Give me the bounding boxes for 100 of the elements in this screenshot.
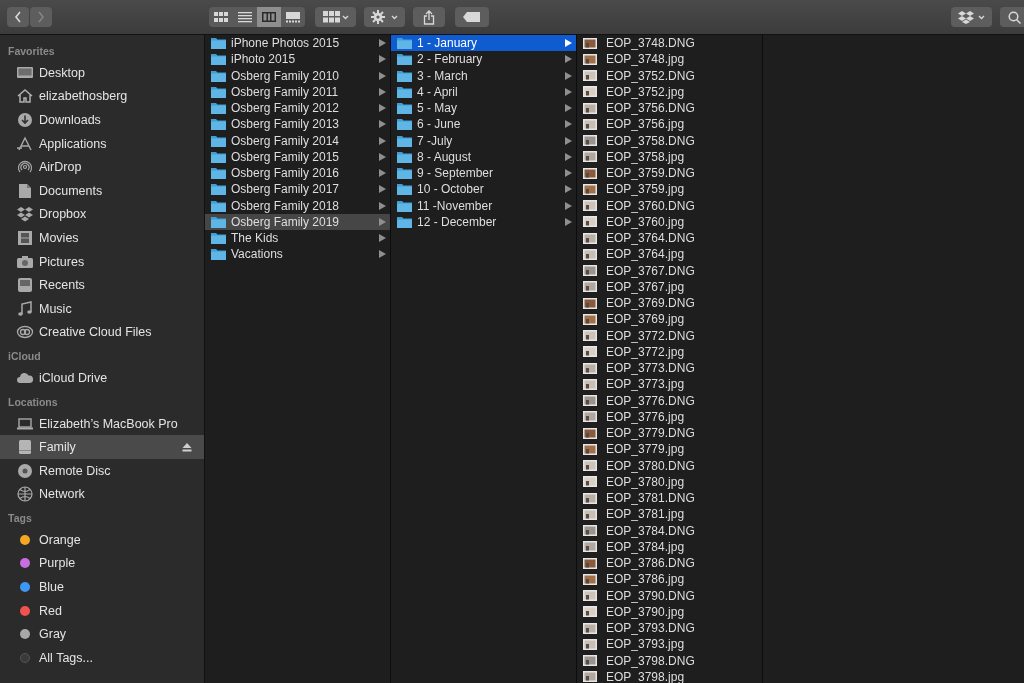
sidebar-item[interactable]: AirDrop — [0, 155, 204, 179]
folder-row[interactable]: 3 - March — [391, 67, 576, 84]
eject-icon[interactable] — [182, 442, 192, 452]
sidebar-item[interactable]: Gray — [0, 622, 204, 647]
folder-row[interactable]: 7 -July — [391, 132, 576, 149]
sidebar-item[interactable]: Documents — [0, 178, 204, 203]
file-row[interactable]: EOP_3798.jpg — [577, 668, 762, 683]
sidebar-item[interactable]: Desktop — [0, 61, 204, 85]
folder-row[interactable]: Osberg Family 2010 — [205, 67, 390, 84]
file-row[interactable]: EOP_3772.jpg — [577, 343, 762, 360]
folder-row[interactable]: iPhoto 2015 — [205, 51, 390, 68]
action-menu-button[interactable] — [364, 7, 405, 27]
folder-row[interactable]: Osberg Family 2011 — [205, 83, 390, 100]
file-row[interactable]: EOP_3779.jpg — [577, 441, 762, 458]
sidebar-item[interactable]: Elizabeth’s MacBook Pro — [0, 411, 204, 436]
folder-row[interactable]: iPhone Photos 2015 — [205, 35, 390, 52]
file-row[interactable]: EOP_3786.jpg — [577, 571, 762, 588]
folder-row[interactable]: Osberg Family 2019 — [205, 213, 390, 230]
sidebar-item[interactable]: Family — [0, 435, 204, 459]
sidebar-item[interactable]: Red — [0, 598, 204, 623]
sidebar-item[interactable]: Music — [0, 296, 204, 321]
file-row[interactable]: EOP_3752.jpg — [577, 83, 762, 100]
sidebar-item[interactable]: Creative Cloud Files — [0, 320, 204, 345]
file-row[interactable]: EOP_3793.jpg — [577, 636, 762, 653]
sidebar-item[interactable]: Movies — [0, 226, 204, 250]
file-row[interactable]: EOP_3764.jpg — [577, 246, 762, 263]
file-row[interactable]: EOP_3767.jpg — [577, 278, 762, 295]
file-row[interactable]: EOP_3779.DNG — [577, 425, 762, 442]
column-view-button[interactable] — [257, 7, 281, 27]
folder-row[interactable]: The Kids — [205, 230, 390, 247]
sidebar-item[interactable]: elizabethosberg — [0, 84, 204, 109]
sidebar-item[interactable]: Blue — [0, 575, 204, 599]
folder-row[interactable]: Osberg Family 2018 — [205, 197, 390, 214]
file-row[interactable]: EOP_3760.jpg — [577, 213, 762, 230]
file-row[interactable]: EOP_3793.DNG — [577, 620, 762, 637]
sidebar-item[interactable]: iCloud Drive — [0, 366, 204, 390]
file-row[interactable]: EOP_3758.DNG — [577, 132, 762, 149]
file-row[interactable]: EOP_3781.jpg — [577, 506, 762, 523]
file-row[interactable]: EOP_3773.DNG — [577, 360, 762, 377]
folder-row[interactable]: 11 -November — [391, 197, 576, 214]
sidebar-item[interactable]: Orange — [0, 528, 204, 552]
dropbox-menu-button[interactable] — [951, 7, 992, 27]
sidebar-item[interactable]: Downloads — [0, 108, 204, 132]
sidebar-item[interactable]: Pictures — [0, 249, 204, 274]
sidebar-item[interactable]: Dropbox — [0, 202, 204, 227]
file-row[interactable]: EOP_3780.DNG — [577, 457, 762, 474]
folder-row[interactable]: 6 - June — [391, 116, 576, 133]
file-row[interactable]: EOP_3773.jpg — [577, 376, 762, 393]
folder-row[interactable]: 8 - August — [391, 148, 576, 165]
file-row[interactable]: EOP_3756.DNG — [577, 100, 762, 117]
file-row[interactable]: EOP_3759.jpg — [577, 181, 762, 198]
folder-row[interactable]: Osberg Family 2015 — [205, 148, 390, 165]
folder-row[interactable]: Osberg Family 2012 — [205, 100, 390, 117]
sidebar-item[interactable]: Purple — [0, 551, 204, 576]
gallery-view-button[interactable] — [281, 7, 305, 27]
folder-row[interactable]: 5 - May — [391, 100, 576, 117]
file-row[interactable]: EOP_3780.jpg — [577, 473, 762, 490]
file-row[interactable]: EOP_3790.DNG — [577, 587, 762, 604]
folder-row[interactable]: 10 - October — [391, 181, 576, 198]
file-row[interactable]: EOP_3760.DNG — [577, 197, 762, 214]
file-row[interactable]: EOP_3772.DNG — [577, 327, 762, 344]
file-row[interactable]: EOP_3776.DNG — [577, 392, 762, 409]
folder-row[interactable]: 9 - September — [391, 165, 576, 182]
file-row[interactable]: EOP_3752.DNG — [577, 67, 762, 84]
sidebar-item[interactable]: Network — [0, 482, 204, 507]
sidebar-item[interactable]: Recents — [0, 273, 204, 297]
file-row[interactable]: EOP_3759.DNG — [577, 165, 762, 182]
back-button[interactable] — [7, 7, 29, 27]
file-row[interactable]: EOP_3756.jpg — [577, 116, 762, 133]
file-row[interactable]: EOP_3769.jpg — [577, 311, 762, 328]
folder-row[interactable]: Osberg Family 2017 — [205, 181, 390, 198]
file-row[interactable]: EOP_3790.jpg — [577, 603, 762, 620]
file-row[interactable]: EOP_3758.jpg — [577, 148, 762, 165]
file-row[interactable]: EOP_3784.jpg — [577, 538, 762, 555]
sidebar-item[interactable]: Applications — [0, 131, 204, 156]
folder-row[interactable]: Osberg Family 2014 — [205, 132, 390, 149]
tag-button[interactable] — [455, 7, 489, 27]
file-row[interactable]: EOP_3769.DNG — [577, 295, 762, 312]
file-row[interactable]: EOP_3798.DNG — [577, 652, 762, 669]
folder-row[interactable]: 2 - February — [391, 51, 576, 68]
share-button[interactable] — [413, 7, 445, 27]
file-row[interactable]: EOP_3767.DNG — [577, 262, 762, 279]
folder-row[interactable]: Osberg Family 2016 — [205, 165, 390, 182]
file-row[interactable]: EOP_3764.DNG — [577, 230, 762, 247]
sidebar-item[interactable]: All Tags... — [0, 646, 204, 670]
folder-row[interactable]: Osberg Family 2013 — [205, 116, 390, 133]
sidebar-item[interactable]: Remote Disc — [0, 458, 204, 483]
file-row[interactable]: EOP_3784.DNG — [577, 522, 762, 539]
search-button[interactable] — [1000, 7, 1024, 27]
folder-row[interactable]: Vacations — [205, 246, 390, 263]
file-row[interactable]: EOP_3781.DNG — [577, 490, 762, 507]
group-button[interactable] — [315, 7, 356, 27]
file-row[interactable]: EOP_3748.jpg — [577, 51, 762, 68]
folder-row[interactable]: 1 - January — [391, 35, 576, 52]
file-row[interactable]: EOP_3748.DNG — [577, 35, 762, 52]
file-row[interactable]: EOP_3776.jpg — [577, 408, 762, 425]
file-row[interactable]: EOP_3786.DNG — [577, 555, 762, 572]
icon-view-button[interactable] — [209, 7, 233, 27]
list-view-button[interactable] — [233, 7, 257, 27]
folder-row[interactable]: 12 - December — [391, 213, 576, 230]
